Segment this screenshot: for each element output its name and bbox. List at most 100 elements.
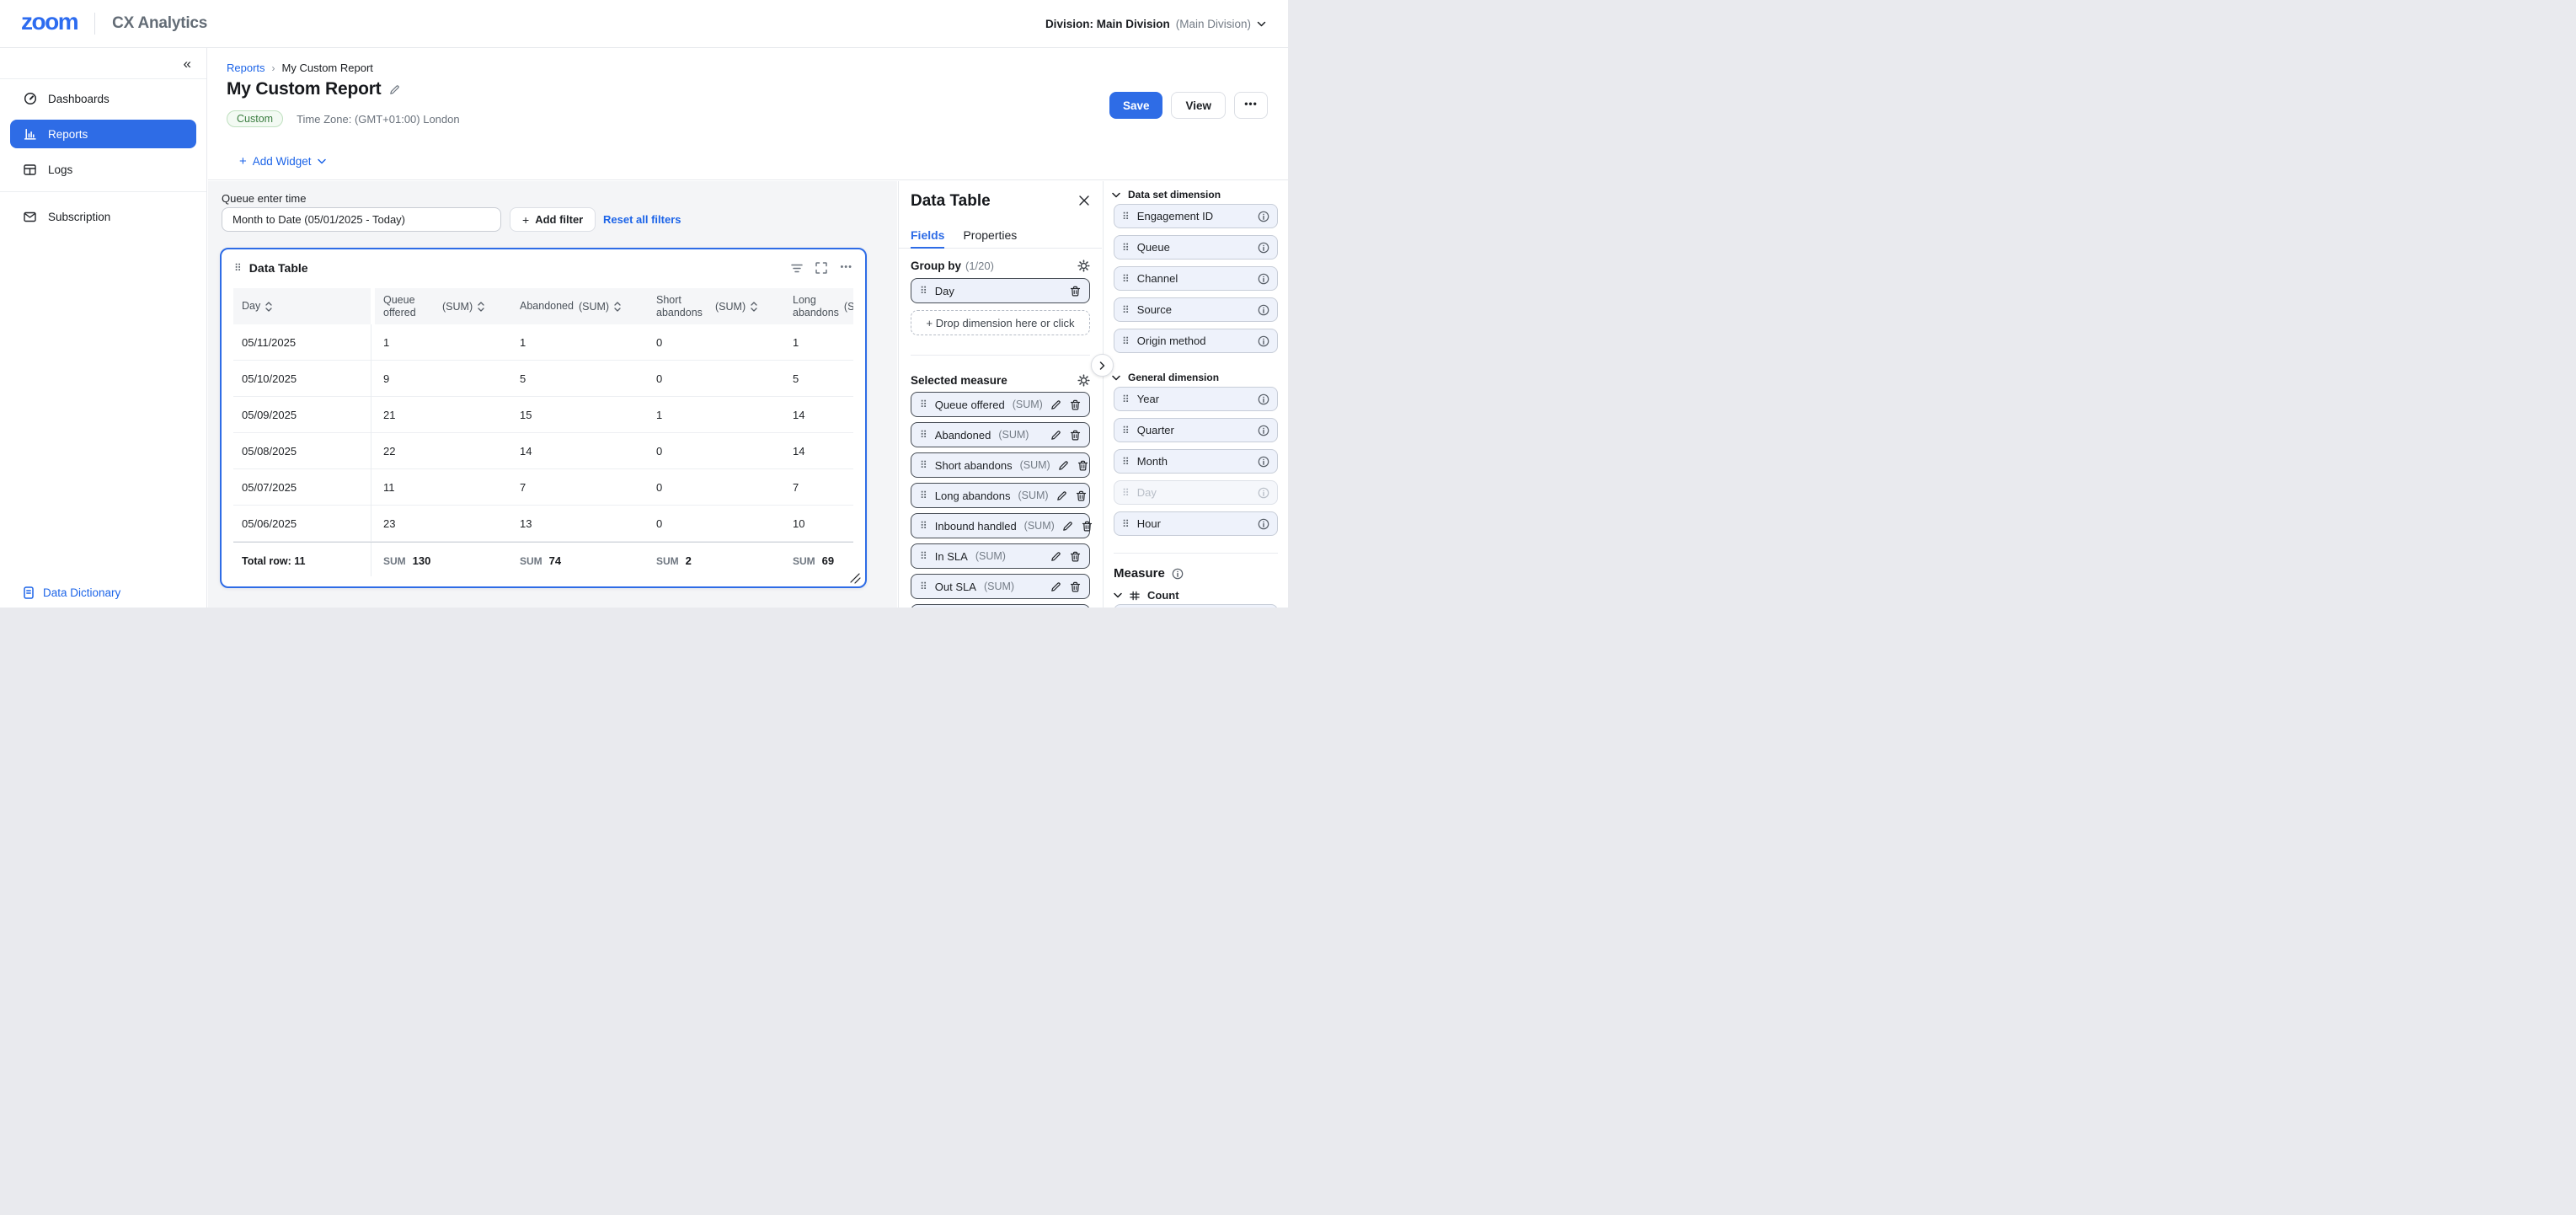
date-range-input[interactable]: Month to Date (05/01/2025 - Today)	[222, 207, 501, 232]
drag-handle-icon[interactable]: ⠿	[1122, 305, 1130, 315]
dimension-chip-queue[interactable]: ⠿ Queue	[1114, 235, 1278, 260]
measure-chip-partial[interactable]	[911, 604, 1090, 608]
info-icon[interactable]	[1172, 568, 1184, 580]
drag-handle-icon[interactable]: ⠿	[1122, 394, 1130, 404]
table-row[interactable]: 05/07/2025 11 7 0 7	[233, 469, 853, 506]
measure-chip-in-sla[interactable]: ⠿ In SLA (SUM)	[911, 543, 1090, 569]
measure-chip-queue-offered[interactable]: ⠿ Queue offered (SUM)	[911, 392, 1090, 417]
sort-icon[interactable]	[751, 302, 757, 312]
drag-handle-icon[interactable]: ⠿	[920, 551, 927, 561]
close-icon[interactable]	[1079, 195, 1089, 206]
pencil-icon[interactable]	[1058, 460, 1069, 471]
table-row[interactable]: 05/08/2025 22 14 0 14	[233, 433, 853, 469]
measure-chip-inbound-handled[interactable]: ⠿ Inbound handled (SUM)	[911, 513, 1090, 538]
drag-handle-icon[interactable]: ⠿	[1122, 457, 1130, 467]
drag-handle-icon[interactable]: ⠿	[1122, 274, 1130, 284]
more-options-button[interactable]: •••	[1234, 92, 1268, 119]
info-icon[interactable]	[1258, 335, 1269, 347]
widget-more-icon[interactable]: •••	[840, 262, 852, 275]
measure-chip-long-abandons[interactable]: ⠿ Long abandons (SUM)	[911, 483, 1090, 508]
drag-handle-icon[interactable]: ⠿	[920, 460, 927, 470]
sidebar-item-dashboards[interactable]: Dashboards	[10, 84, 196, 113]
sidebar-collapse-button[interactable]: «	[184, 56, 191, 71]
group-by-chip-day[interactable]: ⠿ Day	[911, 278, 1090, 303]
info-icon[interactable]	[1258, 393, 1269, 405]
column-header-long-abandons[interactable]: Long abandons (SUM)	[784, 288, 853, 324]
tab-fields[interactable]: Fields	[911, 228, 944, 249]
trash-icon[interactable]	[1070, 430, 1081, 441]
trash-icon[interactable]	[1070, 399, 1081, 410]
drag-handle-icon[interactable]: ⠿	[1122, 519, 1130, 529]
column-header-day[interactable]: Day	[233, 288, 371, 324]
data-dictionary-link[interactable]: Data Dictionary	[23, 586, 120, 599]
measure-chip-short-abandons[interactable]: ⠿ Short abandons (SUM)	[911, 452, 1090, 478]
measure-chip-out-sla[interactable]: ⠿ Out SLA (SUM)	[911, 574, 1090, 599]
pencil-icon[interactable]	[1062, 521, 1073, 532]
pencil-icon[interactable]	[1050, 430, 1061, 441]
dimension-chip-engagement-id[interactable]: ⠿ Engagement ID	[1114, 204, 1278, 228]
info-icon[interactable]	[1258, 242, 1269, 254]
info-icon[interactable]	[1258, 304, 1269, 316]
pencil-icon[interactable]	[1050, 399, 1061, 410]
drag-handle-icon[interactable]: ⠿	[920, 521, 927, 531]
trash-icon[interactable]	[1077, 460, 1088, 471]
drag-handle-icon[interactable]: ⠿	[920, 286, 927, 296]
trash-icon[interactable]	[1070, 286, 1081, 297]
measure-chip-partial-queue-offered[interactable]: ⠿ Queue offered	[1114, 604, 1278, 608]
drag-handle-icon[interactable]: ⠿	[920, 399, 927, 409]
drag-handle-icon[interactable]: ⠿	[234, 263, 242, 273]
sort-icon[interactable]	[478, 302, 484, 312]
sidebar-item-reports[interactable]: Reports	[10, 120, 196, 148]
zoom-logo[interactable]: zoom	[21, 10, 77, 37]
dimension-chip-channel[interactable]: ⠿ Channel	[1114, 266, 1278, 291]
pencil-icon[interactable]	[1050, 581, 1061, 592]
drag-handle-icon[interactable]: ⠿	[1122, 426, 1130, 436]
count-measure-group[interactable]: Count	[1114, 589, 1179, 602]
trash-icon[interactable]	[1076, 490, 1087, 501]
add-widget-button[interactable]: + Add Widget	[239, 154, 326, 169]
column-header-abandoned[interactable]: Abandoned (SUM)	[511, 288, 648, 324]
dataset-dimension-header[interactable]: Data set dimension	[1112, 189, 1221, 201]
info-icon[interactable]	[1258, 425, 1269, 436]
reset-all-filters-link[interactable]: Reset all filters	[603, 213, 681, 226]
drag-handle-icon[interactable]: ⠿	[920, 581, 927, 591]
sidebar-item-logs[interactable]: Logs	[10, 155, 196, 184]
general-dimension-header[interactable]: General dimension	[1112, 372, 1219, 383]
dimension-chip-origin-method[interactable]: ⠿ Origin method	[1114, 329, 1278, 353]
measure-chip-abandoned[interactable]: ⠿ Abandoned (SUM)	[911, 422, 1090, 447]
info-icon[interactable]	[1258, 273, 1269, 285]
drag-handle-icon[interactable]: ⠿	[920, 490, 927, 500]
table-row[interactable]: 05/10/2025 9 5 0 5	[233, 361, 853, 397]
drag-handle-icon[interactable]: ⠿	[1122, 243, 1130, 253]
drag-handle-icon[interactable]: ⠿	[920, 430, 927, 440]
table-row[interactable]: 05/09/2025 21 15 1 14	[233, 397, 853, 433]
drag-handle-icon[interactable]: ⠿	[1122, 336, 1130, 346]
widget-resize-handle[interactable]	[849, 572, 861, 584]
tab-properties[interactable]: Properties	[963, 228, 1017, 249]
table-row[interactable]: 05/06/2025 23 13 0 10	[233, 506, 853, 542]
column-header-queue-offered[interactable]: Queue offered (SUM)	[375, 288, 511, 324]
dimension-chip-month[interactable]: ⠿ Month	[1114, 449, 1278, 474]
add-filter-button[interactable]: + Add filter	[510, 207, 596, 232]
info-icon[interactable]	[1258, 211, 1269, 222]
breadcrumb-reports-link[interactable]: Reports	[227, 62, 265, 74]
save-button[interactable]: Save	[1109, 92, 1163, 119]
trash-icon[interactable]	[1070, 581, 1081, 592]
division-selector[interactable]: Division: Main Division (Main Division)	[1045, 18, 1266, 30]
gear-icon[interactable]	[1077, 374, 1090, 387]
drag-handle-icon[interactable]: ⠿	[1122, 211, 1130, 222]
dimension-chip-quarter[interactable]: ⠿ Quarter	[1114, 418, 1278, 442]
trash-icon[interactable]	[1070, 551, 1081, 562]
dimension-chip-year[interactable]: ⠿ Year	[1114, 387, 1278, 411]
filter-lines-icon[interactable]	[791, 264, 803, 273]
info-icon[interactable]	[1258, 456, 1269, 468]
fullscreen-icon[interactable]	[815, 262, 827, 274]
trash-icon[interactable]	[1082, 521, 1093, 532]
collapse-panel-button[interactable]	[1091, 354, 1114, 377]
dimension-chip-hour[interactable]: ⠿ Hour	[1114, 511, 1278, 536]
gear-icon[interactable]	[1077, 260, 1090, 272]
data-table-widget[interactable]: ⠿ Data Table ••• Day Queue o	[220, 248, 867, 588]
dimension-chip-source[interactable]: ⠿ Source	[1114, 297, 1278, 322]
info-icon[interactable]	[1258, 518, 1269, 530]
view-button[interactable]: View	[1171, 92, 1226, 119]
